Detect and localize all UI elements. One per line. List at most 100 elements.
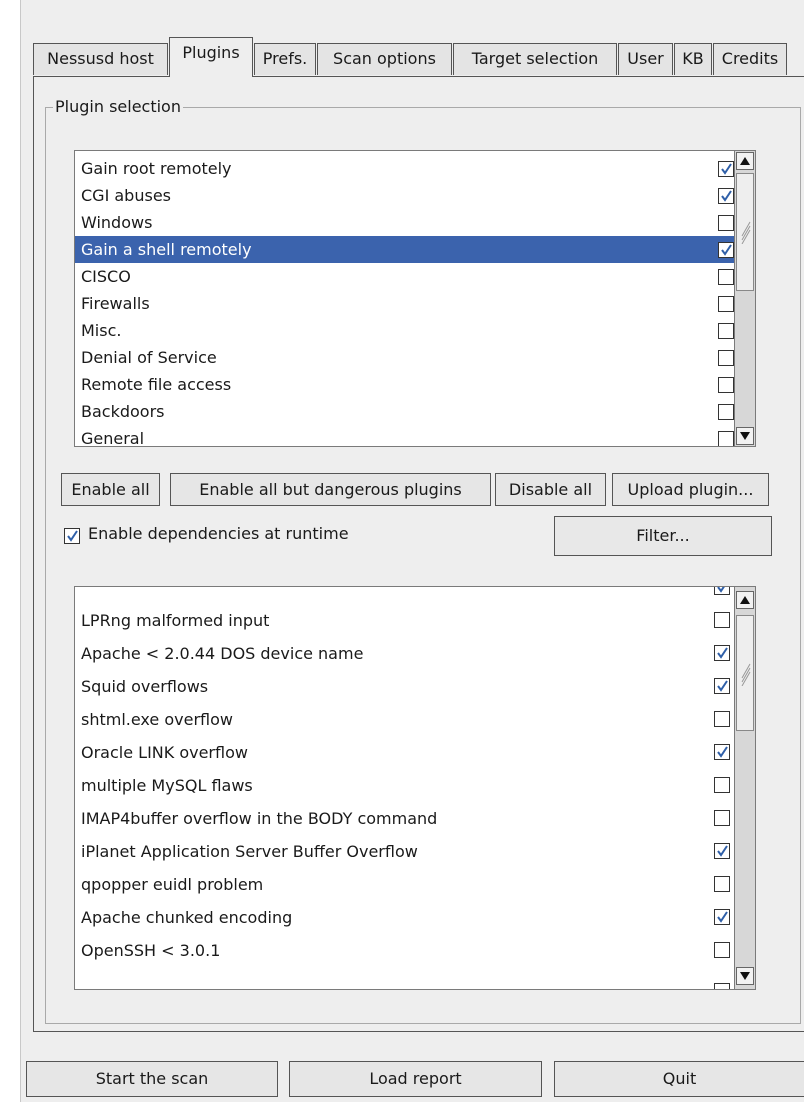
checkmark-icon [721, 163, 732, 175]
list-item-checkbox[interactable] [718, 350, 734, 366]
list-item-checkbox[interactable] [714, 876, 730, 892]
load-report-button[interactable]: Load report [289, 1061, 542, 1097]
list-item[interactable]: Backdoors [75, 398, 735, 425]
list-item[interactable]: IMAP4buffer overflow in the BODY command [75, 802, 735, 835]
list-item-label: Oracle LINK overflow [81, 743, 248, 762]
list-item-label: CGI abuses [81, 186, 171, 205]
list-item-checkbox[interactable] [714, 810, 730, 826]
list-item-label: General [81, 429, 145, 447]
tab-scan-options[interactable]: Scan options [317, 43, 452, 75]
families-scrollbar[interactable] [734, 150, 756, 447]
list-item-checkbox[interactable] [718, 404, 734, 420]
list-item-label: LPRng malformed input [81, 611, 270, 630]
list-item-checkbox[interactable] [714, 711, 730, 727]
list-item-label: Backdoors [81, 402, 165, 421]
list-item-checkbox[interactable] [714, 744, 730, 760]
checkmark-icon [717, 647, 728, 659]
list-item[interactable]: CISCO [75, 263, 735, 290]
list-item[interactable]: iPlanet Application Server Buffer Overfl… [75, 835, 735, 868]
list-item[interactable]: multiple MySQL flaws [75, 769, 735, 802]
plugins-list[interactable]: LPRng malformed input Apache < 2.0.44 DOS… [74, 586, 735, 990]
list-item[interactable]: General [75, 425, 735, 447]
list-item[interactable]: shtml.exe overflow [75, 703, 735, 736]
arrow-up-icon [740, 596, 750, 604]
list-item[interactable]: Misc. [75, 317, 735, 344]
enable-dependencies-label: Enable dependencies at runtime [88, 524, 349, 543]
list-item[interactable]: Squid overflows [75, 670, 735, 703]
tab-nessusd-host[interactable]: Nessusd host [33, 43, 168, 75]
list-item[interactable]: Remote file access [75, 371, 735, 398]
plugins-scroll-up-button[interactable] [736, 591, 754, 609]
start-scan-button[interactable]: Start the scan [26, 1061, 278, 1097]
filter-button[interactable]: Filter... [554, 516, 772, 556]
upload-plugin-button[interactable]: Upload plugin... [612, 473, 769, 506]
list-item-label: Apache chunked encoding [81, 908, 293, 927]
plugins-scroll-down-button[interactable] [736, 967, 754, 985]
arrow-down-icon [740, 432, 750, 440]
list-item-checkbox[interactable] [714, 909, 730, 925]
plugins-scroll-thumb[interactable] [736, 615, 754, 731]
list-item[interactable]: CGI abuses [75, 182, 735, 209]
list-item-checkbox[interactable] [718, 296, 734, 312]
families-scroll-down-button[interactable] [736, 427, 754, 445]
disable-all-button[interactable]: Disable all [495, 473, 606, 506]
list-item-checkbox[interactable] [714, 678, 730, 694]
list-item[interactable]: Windows [75, 209, 735, 236]
list-item[interactable]: Apache chunked encoding [75, 901, 735, 934]
tab-kb[interactable]: KB [674, 43, 712, 75]
list-item-checkbox[interactable] [714, 942, 730, 958]
list-item[interactable]: OpenSSH < 3.0.1 [75, 934, 735, 967]
list-item-label: Squid overflows [81, 677, 209, 696]
checkmark-icon [717, 911, 728, 923]
enable-all-button[interactable]: Enable all [61, 473, 160, 506]
list-item[interactable]: LPRng malformed input [75, 604, 735, 637]
list-item-checkbox[interactable] [718, 323, 734, 339]
list-item-checkbox[interactable] [714, 777, 730, 793]
list-item-checkbox[interactable] [714, 612, 730, 628]
list-item[interactable]: qpopper euidl problem [75, 868, 735, 901]
list-item-checkbox[interactable] [718, 431, 734, 446]
enable-dependencies-checkbox[interactable] [64, 528, 80, 544]
list-item-label: Firewalls [81, 294, 150, 313]
families-scroll-thumb[interactable] [736, 173, 754, 291]
quit-button[interactable]: Quit [554, 1061, 804, 1097]
tab-plugins[interactable]: Plugins [169, 37, 253, 77]
list-item[interactable]: Apache < 2.0.44 DOS device name [75, 637, 735, 670]
list-item-checkbox[interactable] [718, 161, 734, 177]
list-item[interactable]: Denial of Service [75, 344, 735, 371]
list-item-checkbox[interactable] [718, 377, 734, 393]
enable-all-but-dangerous-button[interactable]: Enable all but dangerous plugins [170, 473, 491, 506]
tab-bar: Nessusd host Plugins Prefs. Scan options… [33, 37, 804, 77]
tab-user[interactable]: User [618, 43, 673, 75]
tab-target-selection[interactable]: Target selection [453, 43, 617, 75]
list-item[interactable]: Gain a shell remotely [75, 236, 735, 263]
list-item-checkbox[interactable] [714, 983, 730, 989]
list-item-label: multiple MySQL flaws [81, 776, 253, 795]
list-item[interactable]: Gain root remotely [75, 155, 735, 182]
list-item-checkbox[interactable] [714, 645, 730, 661]
list-item-checkbox[interactable] [718, 242, 734, 258]
list-item-checkbox[interactable] [718, 215, 734, 231]
tab-prefs[interactable]: Prefs. [254, 43, 316, 75]
checkmark-icon [717, 680, 728, 692]
list-item-label: Misc. [81, 321, 122, 340]
families-scroll-up-button[interactable] [736, 152, 754, 170]
list-item-label: shtml.exe overflow [81, 710, 233, 729]
list-item-label: Apache < 2.0.44 DOS device name [81, 644, 364, 663]
list-item-label: Denial of Service [81, 348, 217, 367]
tab-credits[interactable]: Credits [713, 43, 787, 75]
list-item-label: Windows [81, 213, 153, 232]
plugins-scrollbar[interactable] [734, 586, 756, 990]
list-item[interactable]: Oracle LINK overflow [75, 736, 735, 769]
list-item-label: OpenSSH < 3.0.1 [81, 941, 221, 960]
list-item-checkbox[interactable] [718, 269, 734, 285]
list-item-checkbox[interactable] [714, 843, 730, 859]
list-item-checkbox[interactable] [714, 587, 730, 595]
grip-icon [741, 663, 751, 686]
list-item-checkbox[interactable] [718, 188, 734, 204]
list-item-label: iPlanet Application Server Buffer Overfl… [81, 842, 418, 861]
plugin-families-list[interactable]: Gain root remotely CGI abuses Windows Gain … [74, 150, 735, 447]
grip-icon [741, 221, 751, 244]
list-item-label: qpopper euidl problem [81, 875, 264, 894]
list-item[interactable]: Firewalls [75, 290, 735, 317]
